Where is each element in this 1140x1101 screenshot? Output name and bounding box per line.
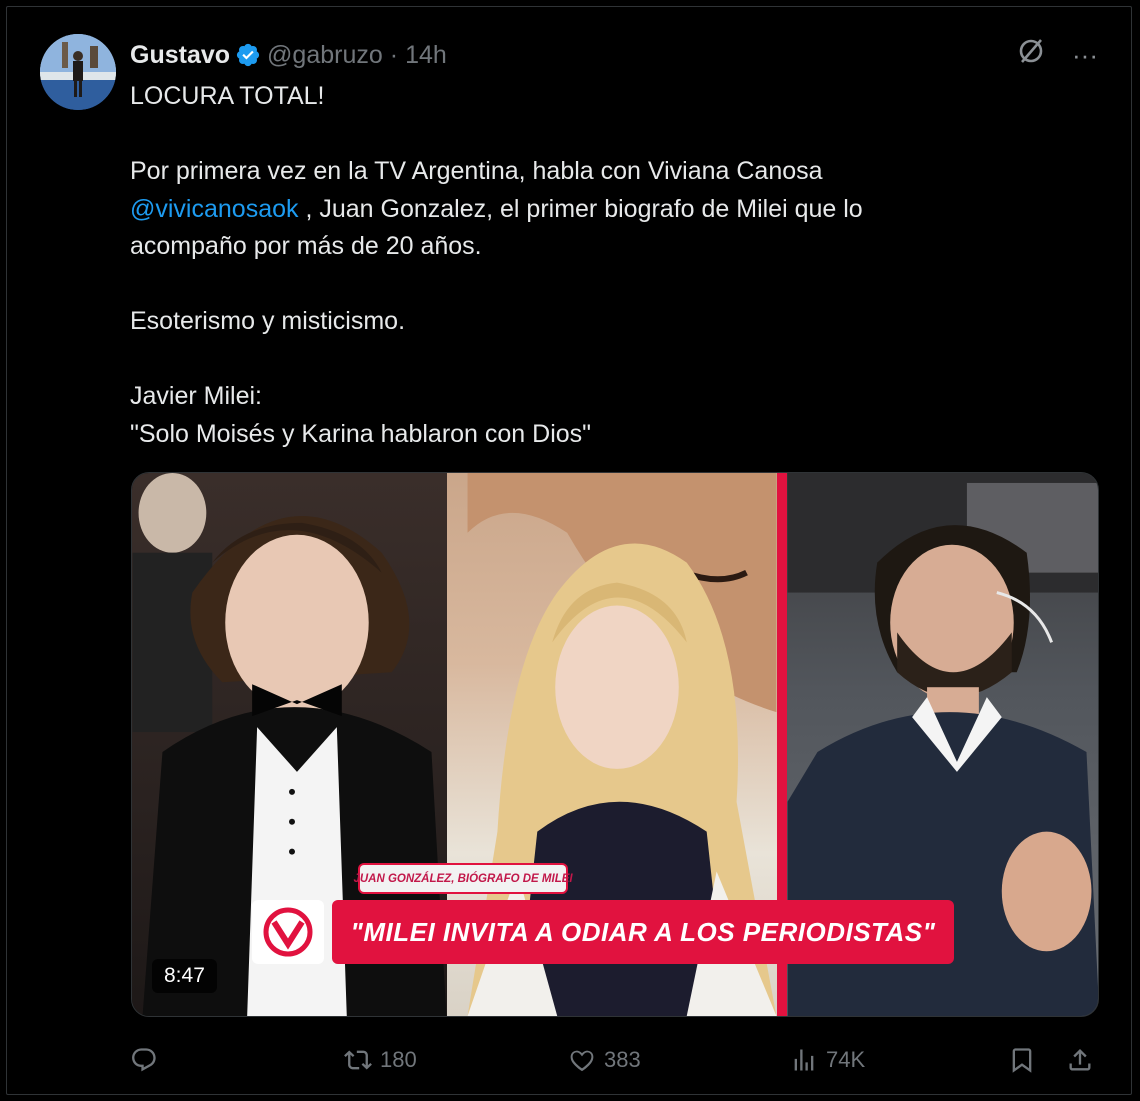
- grok-icon[interactable]: [1016, 36, 1046, 74]
- action-bar: 180 383 74K: [130, 1040, 1102, 1080]
- retweet-count: 180: [380, 1047, 417, 1072]
- author-name[interactable]: Gustavo: [130, 41, 230, 70]
- timestamp[interactable]: 14h: [405, 41, 447, 70]
- tweet-line: @vivicanosaok , Juan Gonzalez, el primer…: [130, 191, 1090, 229]
- mention-link[interactable]: @vivicanosaok: [130, 195, 299, 223]
- video-player[interactable]: JUAN GONZÁLEZ, BIÓGRAFO DE MILEI "MILEI …: [131, 472, 1099, 1017]
- verified-badge-icon: [235, 42, 261, 68]
- author-handle[interactable]: @gabruzo: [267, 41, 383, 70]
- avatar[interactable]: [40, 34, 116, 110]
- tweet-line: LOCURA TOTAL!: [130, 82, 325, 110]
- tweet-line: Por primera vez en la TV Argentina, habl…: [130, 157, 823, 185]
- bookmark-icon: [1008, 1046, 1036, 1074]
- more-options-icon[interactable]: ···: [1072, 38, 1098, 72]
- tweet-line: acompaño por más de 20 años.: [130, 232, 482, 260]
- headline-banner: "MILEI INVITA A ODIAR A LOS PERIODISTAS": [332, 900, 954, 964]
- bookmark-button[interactable]: [1008, 1040, 1036, 1080]
- share-icon: [1066, 1046, 1094, 1074]
- tweet-header: Gustavo @gabruzo · 14h: [130, 38, 447, 72]
- reply-button[interactable]: [130, 1040, 166, 1080]
- tweet-text: LOCURA TOTAL! Por primera vez en la TV A…: [130, 78, 1090, 453]
- tweet-line: Esoterismo y misticismo.: [130, 307, 406, 335]
- tweet-line-blank: [130, 266, 1090, 304]
- retweet-icon: [344, 1046, 372, 1074]
- views-count: 74K: [826, 1047, 866, 1072]
- heart-icon: [568, 1046, 596, 1074]
- tweet-line-blank: [130, 116, 1090, 154]
- like-count: 383: [604, 1047, 641, 1072]
- video-duration: 8:47: [152, 959, 217, 993]
- retweet-button[interactable]: 180: [344, 1040, 417, 1080]
- like-button[interactable]: 383: [568, 1040, 641, 1080]
- tweet-line: "Solo Moisés y Karina hablaron con Dios": [130, 419, 592, 448]
- reply-icon: [130, 1046, 158, 1074]
- separator-dot: ·: [389, 40, 399, 69]
- channel-logo-icon: [252, 900, 324, 964]
- views-chart-icon: [790, 1046, 818, 1074]
- share-button[interactable]: [1066, 1040, 1094, 1080]
- tweet-line: Javier Milei:: [130, 382, 262, 410]
- tweet-line-text: , Juan Gonzalez, el primer biografo de M…: [298, 194, 863, 223]
- caption-tag: JUAN GONZÁLEZ, BIÓGRAFO DE MILEI: [353, 865, 573, 892]
- views-button[interactable]: 74K: [790, 1040, 865, 1080]
- tweet-line-blank: [130, 341, 1090, 379]
